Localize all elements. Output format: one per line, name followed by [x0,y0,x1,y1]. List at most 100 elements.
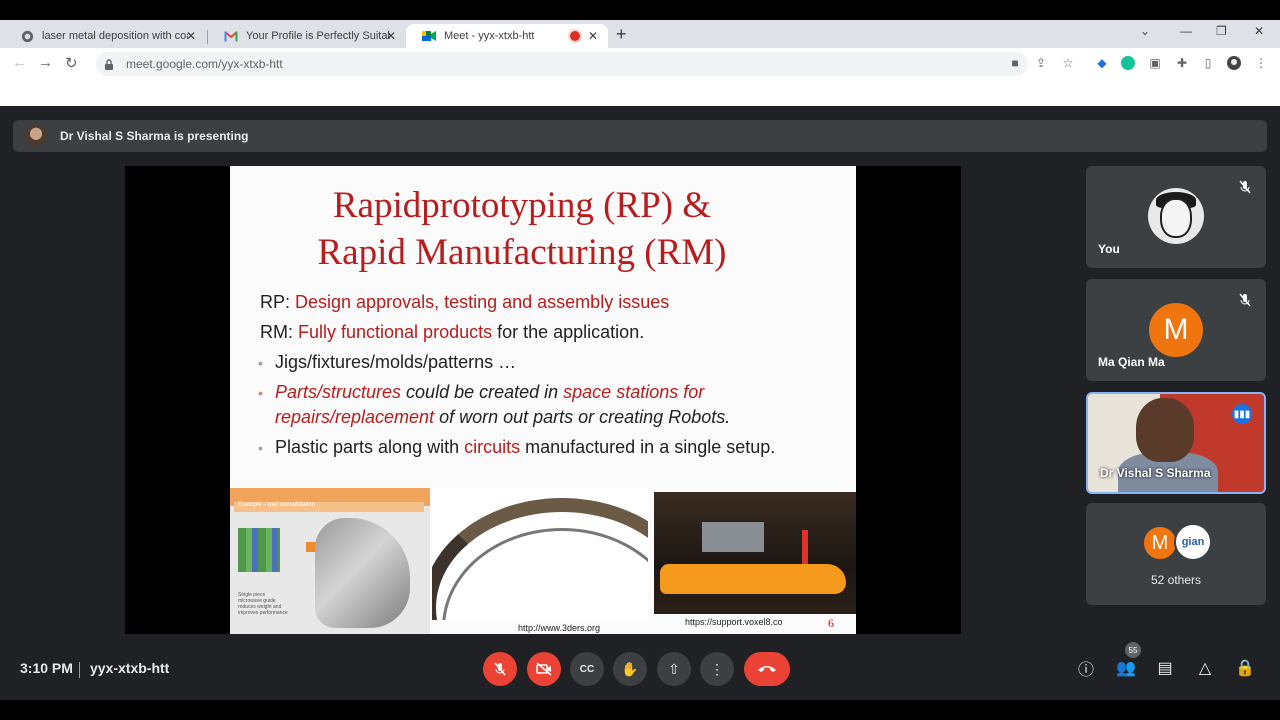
rm-text-red: Fully functional products [298,322,493,342]
participant-name: You [1098,242,1120,256]
mic-off-icon [1239,180,1251,194]
slide-title: Rapidprototyping (RP) & Rapid Manufactur… [230,182,814,276]
gian-logo-avatar: gian [1174,523,1212,561]
browser-menu-icon[interactable]: ⋮ [1254,56,1268,70]
participant-tile-ma-qian-ma[interactable]: M Ma Qian Ma [1086,279,1266,381]
tab-title: Meet - yyx-xtxb-htt [444,30,535,42]
activities-icon: △ [1198,660,1212,677]
divider [79,662,80,678]
meet-stage: Dr Vishal S Sharma is presenting Rapidpr… [0,106,1280,700]
participant-name: Ma Qian Ma [1098,355,1165,369]
back-arrow-icon[interactable]: ← [12,54,27,71]
presenting-banner: Dr Vishal S Sharma is presenting [13,120,1267,152]
profile-avatar-icon[interactable] [1227,56,1241,70]
leave-call-button[interactable] [744,652,790,686]
slide-title-line1: Rapidprototyping (RP) & [332,185,712,226]
activities-button[interactable]: △ [1193,656,1217,680]
image-caption-mid: http://www.3ders.org [518,623,601,633]
meeting-details-button[interactable]: ⓘ [1074,656,1098,680]
bullet-2-line1: Parts/structures could be created in spa… [275,382,704,403]
close-window-button[interactable]: ✕ [1254,24,1264,38]
presenter-avatar [25,125,47,147]
raise-hand-button[interactable]: ✋ [613,652,647,686]
tab-search-chevron-icon[interactable]: ⌄ [1140,24,1150,38]
rp-prefix: RP: [260,292,296,312]
mic-off-icon [1239,293,1251,307]
bullet-3-c: manufactured in a single setup. [520,437,776,457]
rm-line: RM: Fully functional products for the ap… [260,322,644,343]
reload-icon[interactable]: ↻ [65,54,78,72]
more-vert-icon: ⋮ [710,660,724,677]
meeting-time: 3:10 PM [20,660,73,676]
maximize-button[interactable]: ❐ [1216,24,1227,38]
present-now-button[interactable]: ⇧ [657,652,691,686]
waveguide-part [315,518,410,628]
rp-text: Design approvals, testing and assembly i… [295,292,670,312]
others-tile[interactable]: M gian 52 others [1086,503,1266,605]
more-options-button[interactable]: ⋮ [700,652,734,686]
extension-image-icon[interactable]: ▣ [1148,56,1162,70]
meeting-controls-bar: 3:10 PM yyx-xtxb-htt CC ✋ ⇧ ⋮ ⓘ 👥 55 ▤ △… [0,642,1280,700]
camera-toggle-button[interactable] [527,652,561,686]
people-icon: 👥 [1116,660,1136,677]
rm-prefix: RM: [260,322,298,342]
chat-icon: ▤ [1157,660,1173,677]
new-tab-button[interactable]: + [616,25,627,43]
captions-button[interactable]: CC [570,652,604,686]
gmail-icon [224,29,238,43]
others-count: 52 others [1150,573,1202,587]
close-icon[interactable]: ✕ [186,29,196,43]
google-icon [20,29,34,43]
camera-icon[interactable]: ■ [1008,56,1022,70]
meeting-code: yyx-xtxb-htt [90,660,170,676]
tab-strip: laser metal deposition with coax ✕ Your … [0,20,1280,48]
top-black-bar [0,0,1280,20]
forward-arrow-icon[interactable]: → [38,54,53,71]
presenting-text: Dr Vishal S Sharma is presenting [60,129,249,143]
tab-search[interactable]: laser metal deposition with coax ✕ [4,24,206,48]
present-icon: ⇧ [668,660,680,677]
people-button[interactable]: 👥 [1114,656,1138,680]
captions-icon: CC [579,663,595,675]
extension-layers-icon[interactable]: ◆ [1095,56,1109,70]
rp-line: RP: Design approvals, testing and assemb… [260,292,669,313]
bullet-3-a: Plastic parts along with [275,437,465,457]
print-head [702,522,764,552]
parts-illustration [238,528,280,572]
participant-name: Dr Vishal S Sharma [1100,466,1211,480]
chat-button[interactable]: ▤ [1153,656,1177,680]
tab-gmail[interactable]: Your Profile is Perfectly Suitable ✕ [208,24,406,48]
participant-tile-presenter[interactable]: ▮▮▮ Dr Vishal S Sharma [1086,392,1266,494]
recording-indicator-icon [570,31,580,41]
bullet-2-a: Parts/structures [275,382,402,402]
minimize-button[interactable]: — [1180,24,1192,38]
side-panel-icon[interactable]: ▯ [1201,56,1215,70]
participant-tile-you[interactable]: You [1086,166,1266,268]
tab-meet[interactable]: Meet - yyx-xtxb-htt ✕ [406,24,608,48]
avatar-face [1160,198,1192,238]
image-caption: Single piece microwave guide reduces wei… [238,592,288,616]
mic-toggle-button[interactable] [483,652,517,686]
url-field[interactable]: meet.google.com/yyx-xtxb-htt [96,52,1028,76]
avatar: M [1149,303,1203,357]
bookmark-star-icon[interactable]: ☆ [1061,56,1075,70]
slide: Rapidprototyping (RP) & Rapid Manufactur… [230,166,856,634]
share-icon[interactable]: ⇪ [1034,56,1048,70]
gear-ring-image [432,488,648,620]
printer-image [654,492,856,614]
lock-icon [105,58,113,70]
grammarly-icon[interactable] [1121,56,1135,70]
bullet-icon: • [258,385,263,401]
host-controls-button[interactable]: 🔒 [1233,656,1257,680]
bullet-icon: • [258,440,263,456]
close-icon[interactable]: ✕ [386,29,396,43]
bullet-3-b: circuits [464,437,521,457]
avatar: M [1142,525,1178,561]
bottom-black-bar [0,700,1280,720]
puzzle-extensions-icon[interactable]: ✚ [1175,56,1189,70]
bullet-1: Jigs/fixtures/molds/patterns … [275,352,517,372]
bullet-2-d: repairs/replacement [275,407,435,427]
close-icon[interactable]: ✕ [588,29,598,43]
camera-off-icon [536,662,552,676]
hang-up-icon [758,666,776,672]
